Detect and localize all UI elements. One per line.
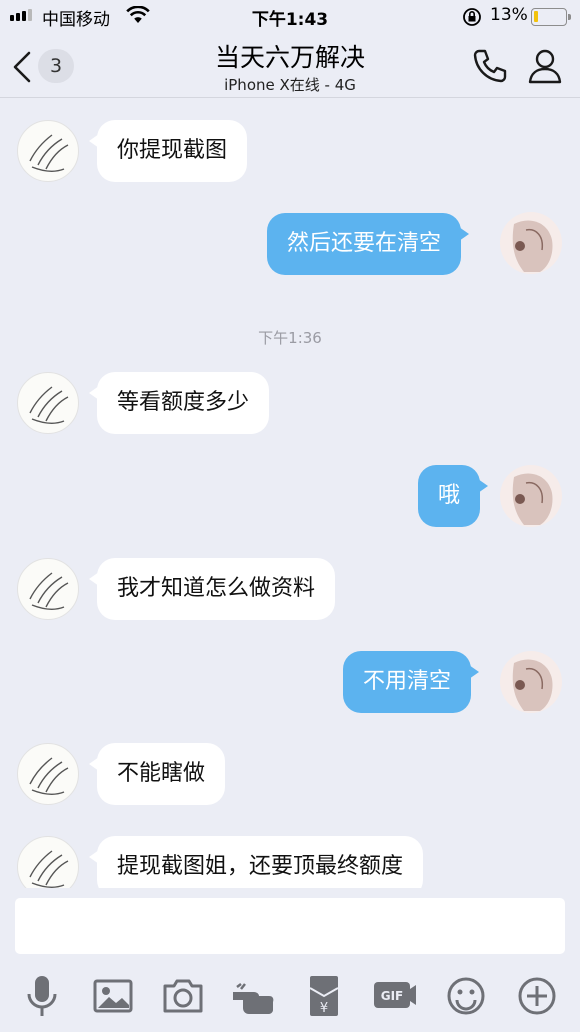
message-bubble[interactable]: 然后还要在清空 [267,213,470,275]
microphone-icon[interactable] [18,972,66,1020]
phone-icon[interactable] [470,46,510,86]
contact-avatar[interactable] [17,836,79,888]
plus-icon[interactable] [513,972,561,1020]
message-bubble[interactable]: 你提现截图 [88,120,248,182]
emoji-icon[interactable] [442,972,490,1020]
my-avatar[interactable] [500,651,562,713]
chat-header: 3 当天六万解决 iPhone X在线 - 4G [0,32,580,98]
input-toolbar: ¥ GIF [0,960,580,1032]
message-row-clipped: 提现截图姐，还要顶最终额度 [0,820,580,888]
svg-text:¥: ¥ [320,1001,328,1016]
poke-hand-icon[interactable] [229,972,277,1020]
image-icon[interactable] [89,972,137,1020]
status-bar: 中国移动 下午1:43 13% [0,0,580,32]
message-bubble[interactable]: 等看额度多少 [88,372,270,434]
battery-fill [534,11,538,22]
orientation-lock-icon [462,7,482,32]
battery-percent: 13% [490,5,528,25]
message-bubble[interactable]: 哦 [418,465,489,527]
contact-avatar[interactable] [17,120,79,182]
my-avatar[interactable] [500,212,562,274]
message-bubble[interactable]: 不用清空 [343,651,480,713]
contact-avatar[interactable] [17,743,79,805]
message-bubble[interactable]: 我才知道怎么做资料 [88,558,336,620]
contact-avatar[interactable] [17,372,79,434]
message-input[interactable] [15,898,565,954]
red-packet-icon[interactable]: ¥ [300,972,348,1020]
person-icon[interactable] [525,46,565,86]
camera-icon[interactable] [159,972,207,1020]
message-bubble[interactable]: 提现截图姐，还要顶最终额度 [88,836,424,888]
message-bubble[interactable]: 不能瞎做 [88,743,226,805]
my-avatar[interactable] [500,465,562,527]
battery-icon [531,8,571,26]
timestamp-divider: 下午1:36 [258,329,322,347]
gif-icon[interactable]: GIF [370,972,418,1020]
svg-text:GIF: GIF [381,989,404,1003]
contact-avatar[interactable] [17,558,79,620]
